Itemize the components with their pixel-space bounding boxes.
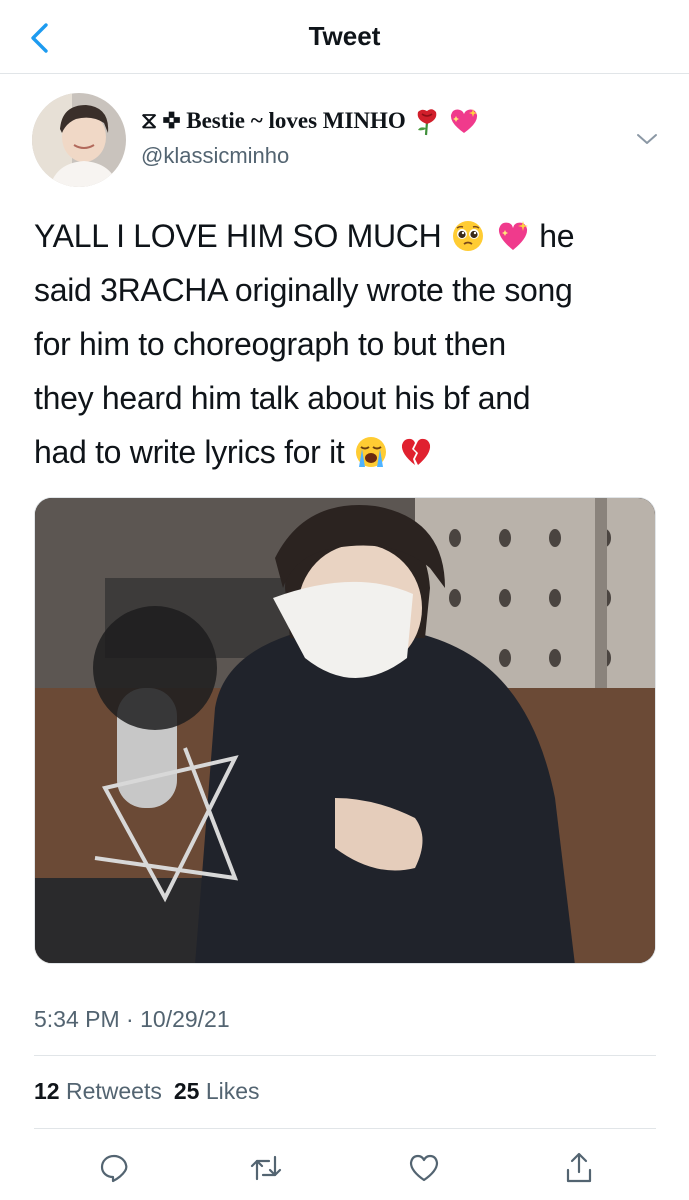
tweet-detail-screen: Tweet ⧖ ✜ Bestie ~ loves MINHO @klassicm…: [0, 0, 689, 1200]
date-text: 10/29/21: [140, 1006, 230, 1032]
tweet-line-1: YALL I LOVE HIM SO MUCH he: [34, 209, 664, 263]
author-handle[interactable]: @klassicminho: [141, 143, 480, 169]
chevron-down-icon: [637, 134, 657, 144]
tweet-text-segment: YALL I LOVE HIM SO MUCH: [34, 218, 442, 254]
likes-label: Likes: [205, 1078, 260, 1104]
reply-icon: [100, 1154, 128, 1183]
tweet-line-4: they heard him talk about his bf and: [34, 380, 531, 416]
likes-count: 25: [173, 1078, 200, 1104]
avatar-photo: [32, 93, 126, 187]
name-text: Bestie ~ loves MINHO: [186, 108, 406, 133]
pleading-face-emoji-icon: [453, 221, 484, 251]
retweet-button[interactable]: [246, 1148, 286, 1188]
tweet-line-5: had to write lyrics for it: [34, 425, 664, 479]
sparkling-heart-emoji-icon: [498, 221, 528, 250]
share-icon: [566, 1152, 592, 1183]
retweet-icon: [250, 1155, 282, 1181]
retweets-label: Retweets: [65, 1078, 162, 1104]
retweets-count: 12: [34, 1078, 60, 1104]
loudly-crying-face-emoji-icon: [356, 437, 387, 467]
tweet-text-segment: he: [539, 218, 575, 254]
name-prefix-symbols: ⧖ ✜: [141, 108, 181, 133]
action-bar: [0, 1142, 689, 1192]
rose-emoji-icon: [417, 109, 437, 136]
share-button[interactable]: [559, 1148, 599, 1188]
reply-button[interactable]: [94, 1148, 134, 1188]
tweet-body: YALL I LOVE HIM SO MUCH he said 3RACHA o…: [34, 209, 664, 479]
tweet-line-2: said 3RACHA originally wrote the song: [34, 272, 573, 308]
tweet-text-segment: had to write lyrics for it: [34, 434, 345, 470]
likes-stat[interactable]: 25 Likes: [174, 1078, 260, 1105]
author-info: ⧖ ✜ Bestie ~ loves MINHO @klassicminho: [141, 106, 480, 169]
separator: ·: [126, 1006, 134, 1032]
navigation-bar: Tweet: [0, 0, 689, 74]
tweet-media-image[interactable]: [34, 497, 656, 964]
tweet-timestamp: 5:34 PM · 10/29/21: [34, 1006, 230, 1033]
nav-title: Tweet: [308, 21, 381, 51]
avatar[interactable]: [32, 93, 126, 187]
media-photo: [35, 498, 655, 963]
time-text: 5:34 PM: [34, 1006, 120, 1032]
broken-heart-emoji-icon: [401, 438, 430, 465]
heart-icon: [409, 1154, 439, 1182]
tweet-line-3: for him to choreograph to but then: [34, 326, 506, 362]
sparkling-heart-emoji-icon: [450, 109, 477, 133]
engagement-stats: 12 Retweets 25 Likes: [34, 1078, 260, 1105]
display-name[interactable]: ⧖ ✜ Bestie ~ loves MINHO: [141, 106, 480, 136]
retweets-stat[interactable]: 12 Retweets: [34, 1078, 162, 1105]
like-button[interactable]: [404, 1148, 444, 1188]
more-options-button[interactable]: [632, 126, 662, 152]
divider: [34, 1128, 656, 1129]
divider: [34, 1055, 656, 1056]
